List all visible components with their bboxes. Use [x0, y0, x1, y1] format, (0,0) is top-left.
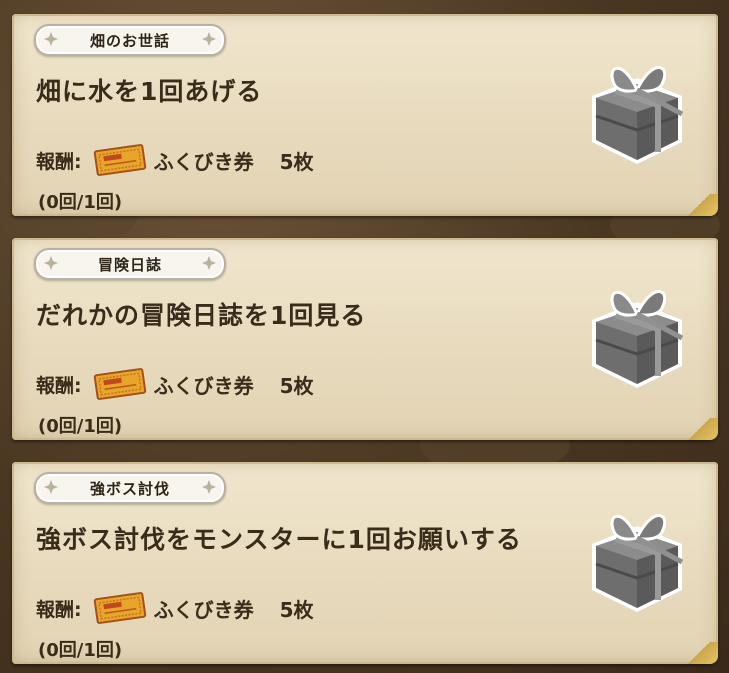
- mission-category-label: 強ボス討伐: [89, 479, 170, 498]
- ornament-icon: [44, 480, 58, 494]
- mission-card[interactable]: 冒険日誌 だれかの冒険日誌を1回見る 報酬: ふくびき券 5枚 (0回/1回): [12, 238, 718, 440]
- reward-quantity: 5枚: [279, 597, 314, 622]
- mission-category-tag: 冒険日誌: [34, 248, 226, 280]
- reward-item-name: ふくびき券: [153, 373, 254, 398]
- mission-category-label: 畑のお世話: [89, 31, 170, 50]
- ornament-icon: [202, 256, 216, 270]
- mission-category-label: 冒険日誌: [97, 255, 162, 274]
- gift-box-icon[interactable]: [574, 274, 700, 394]
- gift-box-icon[interactable]: [574, 50, 700, 170]
- ornament-icon: [202, 32, 216, 46]
- reward-label: 報酬:: [36, 598, 82, 621]
- mission-category-tag: 強ボス討伐: [34, 472, 226, 504]
- mission-reward: 報酬: ふくびき券 5枚: [36, 142, 314, 178]
- mission-reward: 報酬: ふくびき券 5枚: [36, 590, 314, 626]
- reward-quantity: 5枚: [279, 373, 314, 398]
- reward-item-name: ふくびき券: [153, 149, 254, 174]
- mission-title: 強ボス討伐をモンスターに1回お願いする: [36, 525, 522, 554]
- reward-quantity: 5枚: [279, 149, 314, 174]
- mission-title: だれかの冒険日誌を1回見る: [36, 301, 367, 330]
- mission-progress: (0回/1回): [38, 640, 123, 661]
- reward-label: 報酬:: [36, 150, 82, 173]
- mission-category-tag: 畑のお世話: [34, 24, 226, 56]
- ornament-icon: [44, 256, 58, 270]
- mission-card[interactable]: 畑のお世話 畑に水を1回あげる 報酬: ふくびき券 5枚 (0回/1回): [12, 14, 718, 216]
- mission-reward: 報酬: ふくびき券 5枚: [36, 366, 314, 402]
- ornament-icon: [202, 480, 216, 494]
- fukubiki-ticket-icon: [93, 144, 146, 176]
- mission-card[interactable]: 強ボス討伐 強ボス討伐をモンスターに1回お願いする 報酬: ふくびき券 5枚 (…: [12, 462, 718, 664]
- fukubiki-ticket-icon: [93, 592, 146, 624]
- gift-box-icon[interactable]: [574, 498, 700, 618]
- ornament-icon: [44, 32, 58, 46]
- mission-title: 畑に水を1回あげる: [36, 77, 263, 106]
- reward-item-name: ふくびき券: [153, 597, 254, 622]
- mission-progress: (0回/1回): [38, 416, 123, 437]
- reward-label: 報酬:: [36, 374, 82, 397]
- fukubiki-ticket-icon: [93, 368, 146, 400]
- mission-progress: (0回/1回): [38, 192, 123, 213]
